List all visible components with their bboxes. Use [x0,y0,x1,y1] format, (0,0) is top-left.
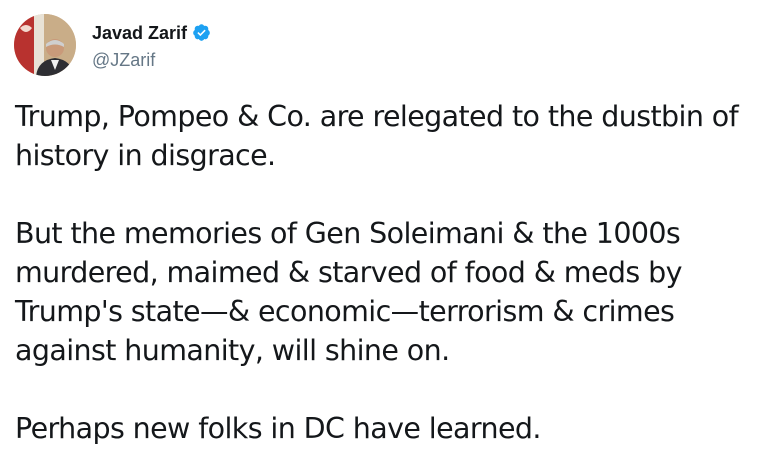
tweet-card: Javad Zarif @JZarif Trump, Pompeo & Co. … [0,0,775,459]
verified-badge-icon [192,23,211,42]
tweet-paragraph: But the memories of Gen Soleimani & the … [15,214,765,370]
tweet-line: Perhaps new folks in DC have learned. [15,412,541,445]
tweet-line: But the memories of Gen Soleimani & the … [15,217,681,250]
author-display-name[interactable]: Javad Zarif [92,21,187,45]
tweet-paragraph: Trump, Pompeo & Co. are relegated to the… [15,97,765,175]
profile-photo-icon [14,14,76,76]
author-avatar[interactable] [14,14,76,76]
tweet-header: Javad Zarif @JZarif [14,14,211,76]
tweet-text: Trump, Pompeo & Co. are relegated to the… [15,97,765,448]
tweet-line: Trump's state—& economic—terrorism & cri… [15,295,675,328]
author-handle[interactable]: @JZarif [92,48,211,72]
author-names: Javad Zarif @JZarif [92,14,211,76]
tweet-line: Trump, Pompeo & Co. are relegated to the… [15,100,739,133]
tweet-line: history in disgrace. [15,139,276,172]
tweet-line: murdered, maimed & starved of food & med… [15,256,682,289]
tweet-paragraph: Perhaps new folks in DC have learned. [15,409,765,448]
tweet-line: against humanity, will shine on. [15,334,450,367]
display-name-row: Javad Zarif [92,19,211,47]
